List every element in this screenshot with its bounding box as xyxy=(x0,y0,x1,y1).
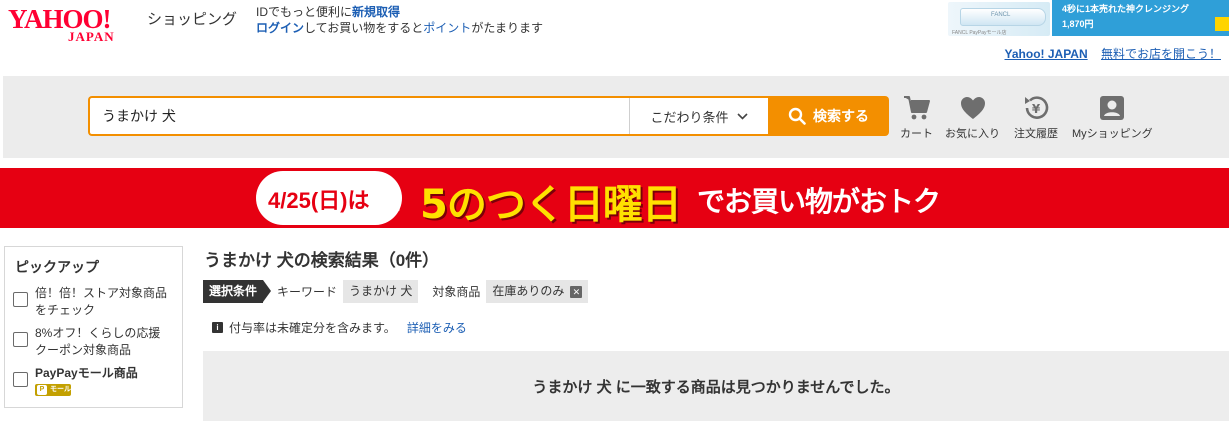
notice-text-2: してお買い物をすると xyxy=(304,21,424,35)
top-header: YAHOO! JAPAN ショッピング IDでもっと便利に新規取得 ログインして… xyxy=(0,0,1229,76)
pickup-item-coupon[interactable]: 8%オフ！くらしの応援クーポン対象商品 xyxy=(13,325,169,359)
banner-date: 4/25(日)は xyxy=(268,188,370,213)
nav-my-shopping[interactable]: Myショッピング xyxy=(1072,94,1153,146)
point-link[interactable]: ポイント xyxy=(423,21,471,35)
paypay-mall-badge: P モール xyxy=(35,384,71,396)
ad-panel: 4秒に1本売れた神クレンジング 1,870円 xyxy=(1052,0,1229,36)
nav-favorites-label: お気に入り xyxy=(945,128,1000,140)
signup-link[interactable]: 新規取得 xyxy=(352,5,400,19)
pickup-item-label: PayPayモール商品 xyxy=(35,366,138,380)
conditions-tag: 選択条件 xyxy=(203,280,272,303)
pickup-item-baibai[interactable]: 倍！倍！ストア対象商品をチェック xyxy=(13,285,169,319)
search-button[interactable]: 検索する xyxy=(768,96,889,136)
pickup-item-paypay-mall[interactable]: PayPayモール商品 P モール xyxy=(13,365,169,401)
pickup-item-label: 8%オフ！くらしの応援クーポン対象商品 xyxy=(35,326,161,357)
paypay-icon: P xyxy=(37,385,47,395)
yahoo-japan-link[interactable]: Yahoo! JAPAN xyxy=(1005,47,1088,61)
ad-product-image: FANCL FANCL PayPayモール店 xyxy=(948,2,1050,36)
ad-store-name: FANCL PayPayモール店 xyxy=(952,30,1007,36)
open-store-link[interactable]: 無料でお店を開こう！ xyxy=(1101,47,1221,61)
ad-title: 4秒に1本売れた神クレンジング xyxy=(1062,4,1190,14)
keyword-chip: うまかけ 犬 xyxy=(343,280,419,303)
pickup-checkbox[interactable] xyxy=(13,372,28,387)
logo-japan-text: JAPAN xyxy=(68,29,115,44)
pickup-checkbox[interactable] xyxy=(13,292,28,307)
ad-price: 1,870円 xyxy=(1062,19,1094,29)
results-title: うまかけ 犬の検索結果（0件） xyxy=(204,251,440,270)
selected-conditions: 選択条件 キーワード うまかけ 犬 対象商品 在庫ありのみ ✕ xyxy=(203,280,602,303)
notice-text-3: がたまります xyxy=(471,21,543,35)
nav-order-history-label: 注文履歴 xyxy=(1014,128,1058,140)
ad-brand: FANCL xyxy=(991,12,1011,18)
header-nav-icons: カート お気に入り ¥ 注文履歴 Myショッピング xyxy=(900,94,1167,146)
heart-icon xyxy=(960,97,985,119)
banner-subline: でお買い物がおトク xyxy=(697,185,941,218)
search-box: こだわり条件 xyxy=(88,96,768,136)
close-icon[interactable]: ✕ xyxy=(570,285,583,298)
pickup-item-text-wrap: PayPayモール商品 P モール xyxy=(35,365,169,401)
pickup-title: ピックアップ xyxy=(15,259,99,275)
nav-order-history[interactable]: ¥ 注文履歴 xyxy=(1014,94,1058,146)
search-button-label: 検索する xyxy=(813,108,869,124)
details-link[interactable]: 詳細をみる xyxy=(407,319,467,336)
target-chip: 在庫ありのみ ✕ xyxy=(486,280,589,303)
keyword-label: キーワード xyxy=(277,285,338,299)
ad-banner[interactable]: FANCL FANCL PayPayモール店 4秒に1本売れた神クレンジング 1… xyxy=(948,0,1229,40)
reward-rate-text: 付与率は未確定分を含みます。 xyxy=(229,321,396,335)
login-link[interactable]: ログイン xyxy=(256,21,304,35)
nav-my-shopping-label: Myショッピング xyxy=(1072,128,1153,140)
login-notice: IDでもっと便利に新規取得 ログインしてお買い物をするとポイントがたまります xyxy=(256,4,543,36)
reward-rate-notice: i 付与率は未確定分を含みます。 詳細をみる xyxy=(212,319,467,336)
campaign-banner[interactable]: 4/25(日)は 5のつく日曜日 でお買い物がおトク xyxy=(0,168,1229,228)
chevron-down-icon xyxy=(736,112,748,120)
nav-cart[interactable]: カート xyxy=(900,94,933,146)
kodawari-dropdown[interactable]: こだわり条件 xyxy=(630,98,768,134)
pickup-panel: ピックアップ 倍！倍！ストア対象商品をチェック 8%オフ！くらしの応援クーポン対… xyxy=(4,246,183,408)
no-results-message: うまかけ 犬 に一致する商品は見つかりませんでした。 xyxy=(203,351,1229,421)
nav-favorites[interactable]: お気に入り xyxy=(945,94,1000,146)
yahoo-japan-logo[interactable]: YAHOO! JAPAN xyxy=(8,4,144,44)
pickup-item-label: 倍！倍！ストア対象商品をチェック xyxy=(35,286,168,317)
search-bar: こだわり条件 検索する カート お気に入り ¥ 注文履歴 xyxy=(3,76,1229,158)
pickup-checkbox[interactable] xyxy=(13,332,28,347)
paypay-mall-badge-text: モール xyxy=(50,386,71,393)
target-chip-label: 在庫ありのみ xyxy=(492,284,565,298)
kodawari-label: こだわり条件 xyxy=(650,109,729,125)
top-links: Yahoo! JAPAN 無料でお店を開こう！ xyxy=(1005,45,1221,62)
ad-edge-tag xyxy=(1215,17,1229,31)
order-history-icon: ¥ xyxy=(1025,96,1049,119)
svg-text:¥: ¥ xyxy=(1032,102,1041,116)
ad-tube-shape: FANCL xyxy=(960,8,1046,26)
shopping-wordmark[interactable]: ショッピング xyxy=(147,8,237,29)
cart-icon xyxy=(903,96,930,120)
account-icon xyxy=(1100,96,1125,120)
info-icon: i xyxy=(212,322,223,333)
notice-text-1: IDでもっと便利に xyxy=(256,5,353,19)
nav-cart-label: カート xyxy=(900,128,933,140)
banner-bubble-tail xyxy=(386,202,400,218)
target-label: 対象商品 xyxy=(432,285,481,299)
search-input[interactable] xyxy=(90,98,628,134)
search-icon xyxy=(788,107,806,125)
banner-headline: 5のつく日曜日 xyxy=(420,182,682,228)
